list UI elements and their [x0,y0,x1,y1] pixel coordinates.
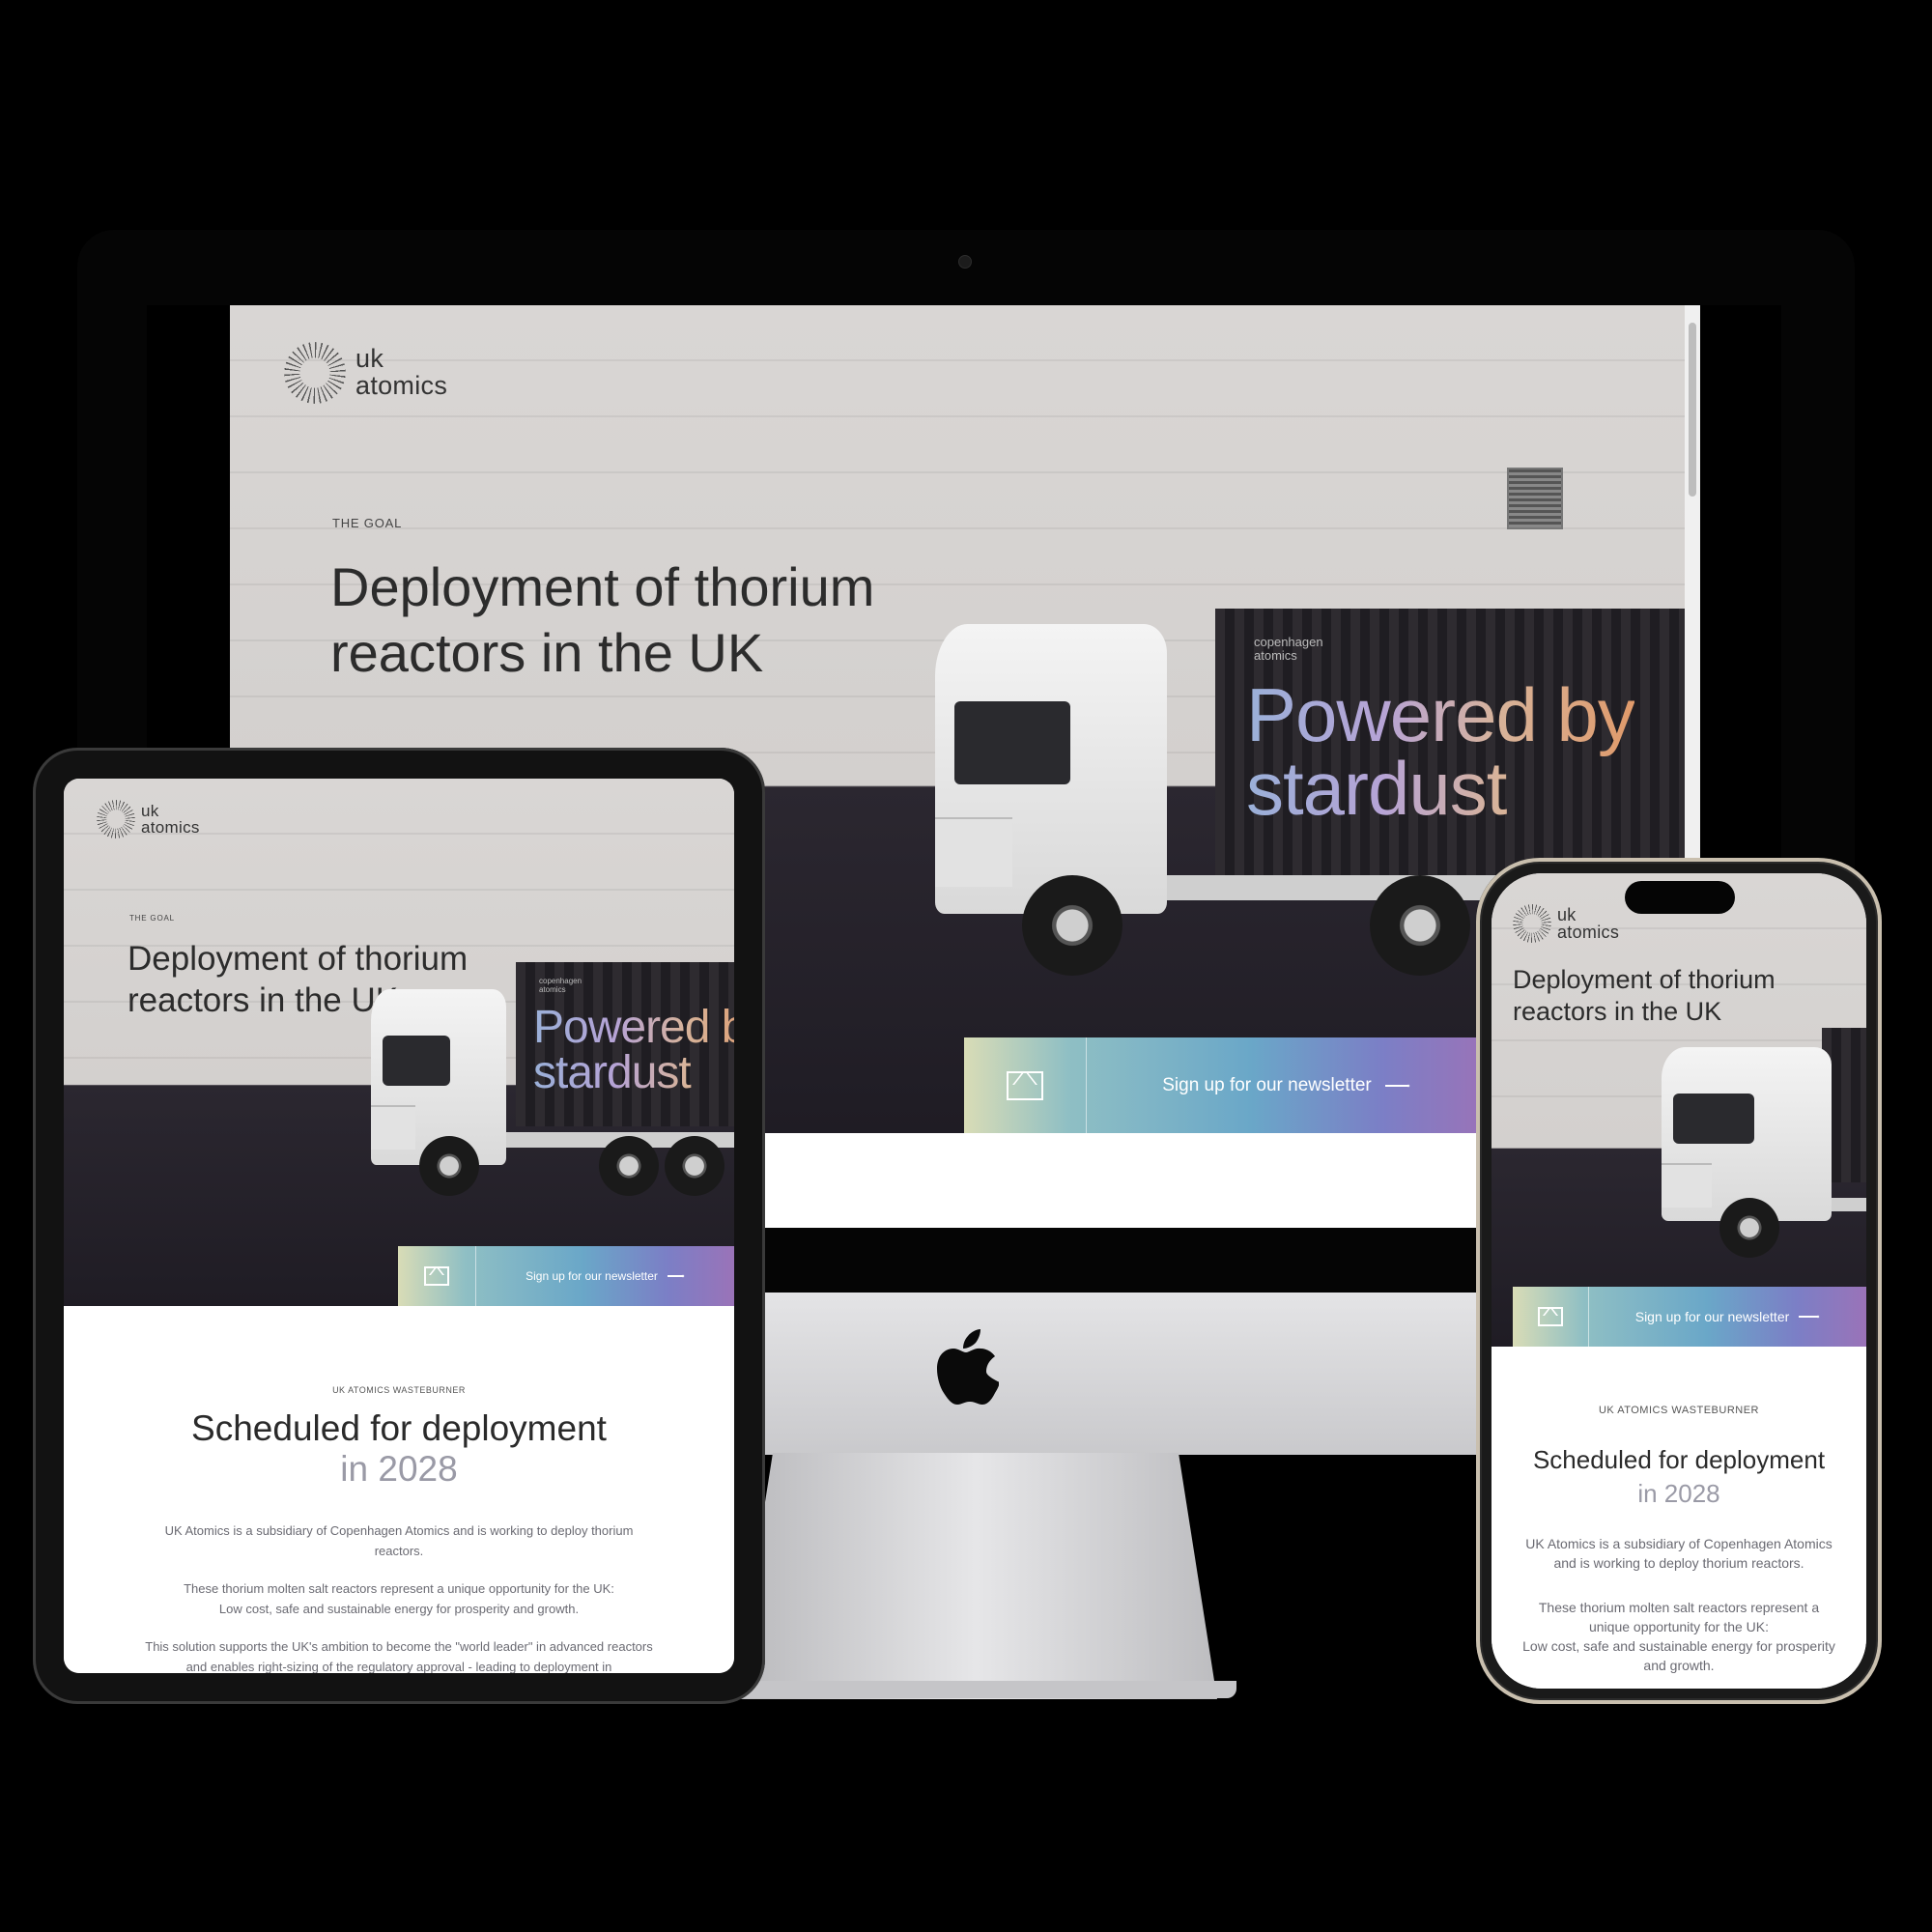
ipad-screen: uk atomics THE GOAL Deployment of thoriu… [64,779,734,1673]
container: copenhagen atomics Powered by stardust [516,962,734,1126]
arrow-right-icon [1384,1078,1410,1094]
wheel-front [419,1136,479,1196]
newsletter-bar[interactable]: Sign up for our newsletter [398,1246,734,1306]
hero-headline-line1: Deployment of thorium [1513,965,1776,994]
hero-headline-line1: Deployment of thorium [330,556,875,617]
truck-illustration: copenhagen atomics Powered by stardust [371,962,734,1213]
slogan-line2: stardust [1246,746,1507,832]
imac-stand-foot [676,1681,1236,1698]
hero-headline: Deployment of thorium reactors in the UK [1513,964,1776,1028]
newsletter-bar[interactable]: Sign up for our newsletter [1513,1287,1866,1347]
iphone-content-section: UK ATOMICS WASTEBURNER Scheduled for dep… [1492,1347,1866,1689]
section-tag: UK ATOMICS WASTEBURNER [332,1385,466,1395]
section-paragraph-2b: Low cost, safe and sustainable energy fo… [1522,1638,1835,1673]
container-brand-line2: atomics [539,984,566,994]
cab-window [1673,1094,1754,1144]
wheel-rear-1 [1370,875,1470,976]
logo-icon [97,800,135,838]
ipad-content-section: UK ATOMICS WASTEBURNER Scheduled for dep… [64,1306,734,1673]
hero-headline-line2: reactors in the UK [330,622,764,684]
container-brand-line2: atomics [1254,648,1297,664]
hero-kicker: THE GOAL [129,914,175,923]
cab-window [954,701,1070,784]
section-paragraph-2a: These thorium molten salt reactors repre… [1538,1600,1820,1634]
truck-illustration [1662,1028,1866,1269]
wheel-rear-2 [665,1136,724,1196]
section-paragraph-2a: These thorium molten salt reactors repre… [184,1581,614,1596]
section-paragraph-1: UK Atomics is a subsidiary of Copenhagen… [1525,1536,1833,1571]
truck-cab [935,624,1167,914]
section-paragraph-3: This solution supports the UK's ambition… [145,1639,653,1673]
mail-icon [424,1266,449,1286]
iphone-screen: uk atomics Deployment of thorium reactor… [1492,873,1866,1689]
mail-icon [1538,1307,1563,1326]
wheel-rear-1 [599,1136,659,1196]
newsletter-label: Sign up for our newsletter [1162,1074,1372,1095]
logo-line-atomics: atomics [355,371,448,400]
logo-icon [1513,904,1551,943]
logo[interactable]: uk atomics [1513,904,1619,943]
hero-kicker: THE GOAL [332,516,403,530]
iphone-hero: uk atomics Deployment of thorium reactor… [1492,873,1866,1347]
container-slogan: Powered by stardust [533,1005,734,1095]
cab-window [383,1036,450,1086]
section-paragraph-1: UK Atomics is a subsidiary of Copenhagen… [164,1523,634,1558]
arrow-right-icon [1799,1310,1820,1323]
logo-line-atomics: atomics [141,818,200,837]
cab-grille [935,817,1012,887]
logo[interactable]: uk atomics [97,800,200,838]
section-year: in 2028 [340,1449,458,1489]
logo-icon [284,342,346,404]
arrow-right-icon [667,1270,685,1282]
section-year: in 2028 [1637,1479,1720,1508]
container-slogan: Powered by stardust [1246,678,1634,826]
imac-camera [958,255,972,269]
container-brand: copenhagen atomics [539,977,582,995]
section-tag: UK ATOMICS WASTEBURNER [1598,1405,1760,1416]
cab-grille [371,1105,415,1150]
mail-icon [1007,1070,1043,1100]
container-brand-line1: copenhagen [1254,635,1323,649]
logo-line-uk: uk [141,801,159,820]
wheel-front [1022,875,1122,976]
logo-line-uk: uk [355,344,384,374]
imac-stand [734,1453,1217,1699]
logo-line-uk: uk [1557,904,1577,924]
scrollbar-thumb[interactable] [1689,323,1696,497]
hero-headline: Deployment of thorium reactors in the UK [330,554,874,687]
logo-line-atomics: atomics [1557,923,1620,942]
hero-headline-line2: reactors in the UK [1513,996,1722,1026]
container-brand: copenhagen atomics [1254,635,1323,664]
cab-grille [1662,1163,1712,1208]
wall-vent [1507,468,1563,529]
container: copenhagen atomics Powered by stardust [1215,609,1698,883]
iphone-dynamic-island [1625,881,1735,914]
logo[interactable]: uk atomics [284,342,447,404]
newsletter-bar[interactable]: Sign up for our newsletter [964,1037,1486,1133]
truck-cab [1662,1047,1832,1221]
section-title: Scheduled for deployment [1532,1445,1826,1474]
wheel-front [1719,1198,1779,1258]
section-paragraph-2b: Low cost, safe and sustainable energy fo… [218,1602,580,1616]
slogan-line2: stardust [533,1047,691,1099]
section-title: Scheduled for deployment [191,1408,607,1448]
ipad-hero: uk atomics THE GOAL Deployment of thoriu… [64,779,734,1306]
newsletter-label: Sign up for our newsletter [1634,1309,1790,1324]
apple-logo-icon [937,1329,999,1405]
newsletter-label: Sign up for our newsletter [526,1269,658,1283]
slogan-line1: Powered by [533,1002,710,1053]
slogan-line1: Powered by [1246,672,1634,757]
